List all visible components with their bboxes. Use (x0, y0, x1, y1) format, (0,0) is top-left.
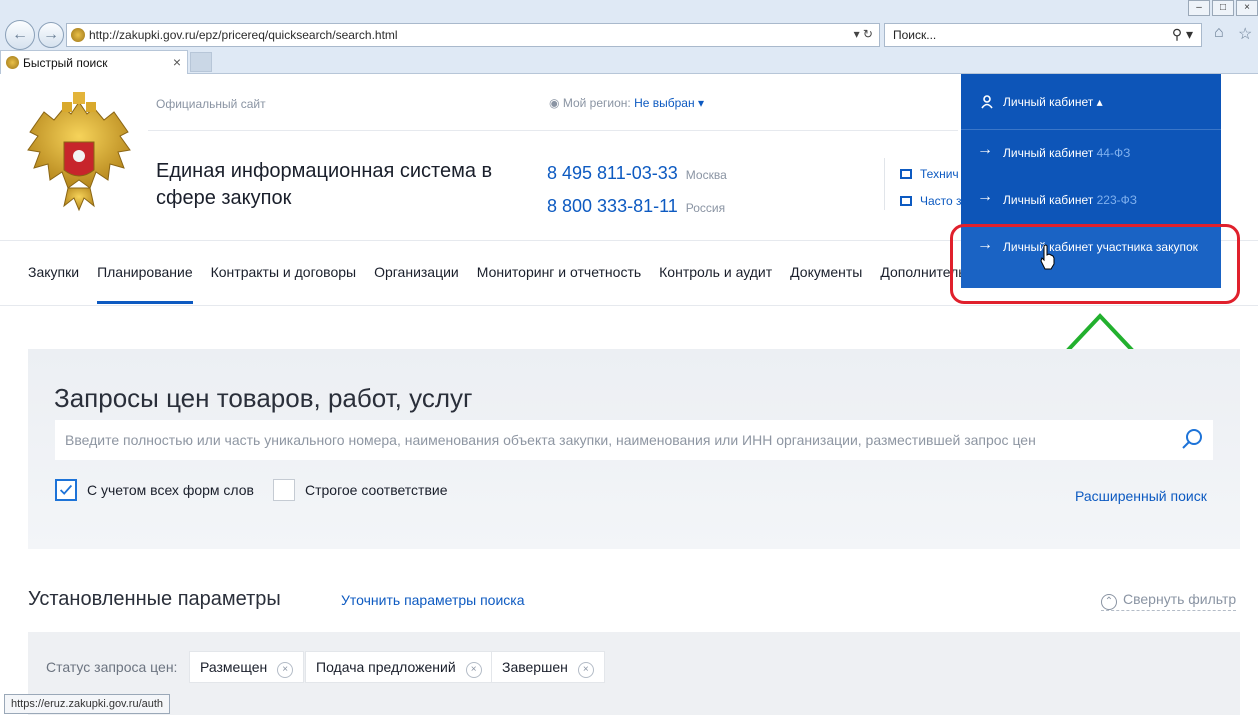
phone-city: Москва (685, 168, 727, 182)
menu-item-planning[interactable]: Планирование (97, 264, 193, 304)
menu-border-bottom (0, 305, 1258, 306)
faq-icon (900, 196, 912, 206)
chevron-up-icon: ⌃ (1101, 594, 1117, 610)
highlight-frame (950, 224, 1240, 304)
location-pin-icon: ◉ (549, 96, 560, 110)
user-icon (981, 95, 993, 109)
status-chip-label: Завершен (502, 659, 568, 675)
cabinet-title: Личный кабинет ▴ (1003, 95, 1103, 109)
minimize-button[interactable]: – (1188, 0, 1210, 16)
browser-status-bar: https://eruz.zakupki.gov.ru/auth (4, 694, 171, 714)
browser-chrome: ← → http://zakupki.gov.ru/epz/pricereq/q… (0, 0, 1258, 74)
header-vertical-divider (884, 158, 885, 210)
params-title: Установленные параметры (28, 588, 281, 610)
status-chip-label: Размещен (200, 659, 268, 675)
region-selector[interactable]: ◉ Мой регион: Не выбран ▾ (549, 96, 704, 110)
maximize-button[interactable]: □ (1212, 0, 1234, 16)
phone-russia[interactable]: 8 800 333-81-11 Россия (547, 196, 725, 217)
phone-moscow[interactable]: 8 495 811-03-33 Москва (547, 163, 727, 184)
status-chip: Размещен × (189, 651, 305, 683)
home-icon[interactable]: ⌂ (1214, 24, 1224, 42)
close-window-button[interactable]: × (1236, 0, 1258, 16)
faq-link[interactable]: Часто з (900, 194, 962, 208)
favorites-icon[interactable]: ☆ (1238, 24, 1252, 44)
address-url: http://zakupki.gov.ru/epz/pricereq/quick… (89, 28, 398, 42)
advanced-search-link[interactable]: Расширенный поиск (1075, 488, 1207, 504)
region-label: Мой регион: (562, 96, 631, 110)
region-value[interactable]: Не выбран (634, 96, 695, 110)
strict-match-checkbox[interactable] (273, 479, 295, 501)
status-chip: Завершен × (491, 651, 605, 683)
tab-favicon-icon (6, 56, 19, 69)
coat-of-arms-logo (27, 92, 131, 212)
hand-cursor-icon (1040, 244, 1055, 270)
search-input[interactable] (55, 420, 1213, 460)
status-chip: Подача предложений × (305, 651, 493, 683)
address-bar[interactable]: http://zakupki.gov.ru/epz/pricereq/quick… (66, 23, 880, 47)
tech-support-label: Технич (920, 167, 959, 181)
status-chip-label: Подача предложений (316, 659, 456, 675)
cabinet-223fz-label: Личный кабинет 223-ФЗ (1003, 193, 1138, 207)
tab-close-icon[interactable]: × (173, 54, 181, 70)
search-icon[interactable]: ⚲ ▾ (1172, 26, 1193, 43)
collapse-filter-link[interactable]: ⌃ Свернуть фильтр (1101, 591, 1237, 611)
menu-item-organizations[interactable]: Организации (374, 264, 459, 280)
cabinet-44fz-label: Личный кабинет 44-ФЗ (1003, 146, 1131, 160)
collapse-filter-label: Свернуть фильтр (1123, 591, 1237, 607)
arrow-right-icon: → (43, 26, 59, 43)
browser-search-box[interactable]: Поиск... ⚲ ▾ (884, 23, 1202, 47)
phone-number: 8 800 333-81-11 (547, 196, 678, 216)
back-button[interactable]: ← (5, 20, 35, 50)
arrow-right-icon: → (977, 141, 993, 158)
tab-title: Быстрый поиск (23, 56, 108, 70)
official-site-label: Официальный сайт (156, 97, 266, 111)
forward-button[interactable]: → (38, 22, 64, 48)
menu-item-control[interactable]: Контроль и аудит (659, 264, 772, 280)
remove-chip-icon[interactable]: × (465, 662, 482, 678)
header-divider (148, 130, 958, 131)
search-icon[interactable] (1180, 427, 1204, 451)
browser-search-text: Поиск... (893, 28, 937, 42)
checkmark-icon (59, 484, 73, 495)
chevron-down-icon: ▾ (697, 96, 704, 110)
all-word-forms-checkbox[interactable] (55, 479, 77, 501)
arrow-right-icon: → (977, 188, 993, 205)
mail-icon (900, 169, 912, 179)
menu-item-purchases[interactable]: Закупки (28, 264, 79, 280)
menu-item-monitoring[interactable]: Мониторинг и отчетность (477, 264, 641, 280)
arrow-left-icon: ← (12, 26, 28, 43)
main-menu: Закупки Планирование Контракты и договор… (28, 264, 981, 304)
refine-params-link[interactable]: Уточнить параметры поиска (341, 592, 525, 608)
phone-city: Россия (685, 201, 726, 215)
phone-number: 8 495 811-03-33 (547, 163, 678, 183)
remove-chip-icon[interactable]: × (577, 662, 594, 678)
tech-support-link[interactable]: Технич (900, 167, 959, 181)
menu-item-documents[interactable]: Документы (790, 264, 862, 280)
menu-item-contracts[interactable]: Контракты и договоры (211, 264, 356, 280)
status-label: Статус запроса цен: (46, 659, 178, 675)
site-favicon-icon (71, 28, 85, 42)
faq-label: Часто з (920, 194, 962, 208)
all-word-forms-label[interactable]: С учетом всех форм слов (87, 482, 254, 498)
search-title: Запросы цен товаров, работ, услуг (54, 383, 473, 413)
refresh-icon[interactable]: ▾ ↻ (854, 27, 873, 41)
cabinet-dropdown-toggle[interactable]: Личный кабинет ▴ (961, 74, 1221, 130)
strict-match-label[interactable]: Строгое соответствие (305, 482, 448, 498)
remove-chip-icon[interactable]: × (277, 662, 294, 678)
site-title: Единая информационная система в сфере за… (156, 160, 493, 209)
tab-quick-search[interactable]: Быстрый поиск × (0, 50, 188, 74)
new-tab-button[interactable] (190, 52, 212, 72)
